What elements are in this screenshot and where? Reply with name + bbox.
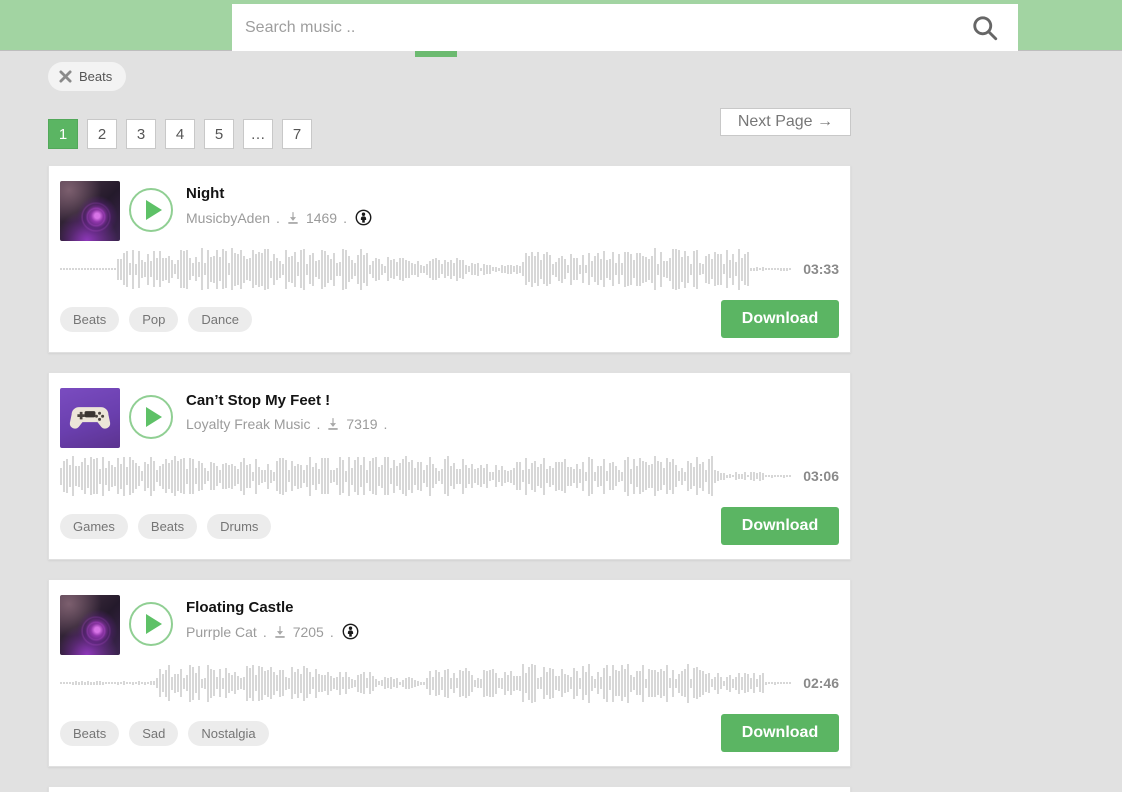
track-artist[interactable]: Purrple Cat	[186, 624, 257, 640]
track-artist[interactable]: Loyalty Freak Music	[186, 416, 310, 432]
tag-list: Games Beats Drums	[60, 513, 272, 539]
tag-list: Beats Sad Nostalgia	[60, 720, 269, 746]
waveform[interactable]	[60, 454, 793, 498]
tag-list: Beats Pop Dance	[60, 306, 252, 332]
filter-chip-beats[interactable]: Beats	[48, 62, 127, 91]
play-icon	[145, 614, 162, 634]
attribution-icon[interactable]	[342, 623, 359, 640]
tag-pill[interactable]: Sad	[129, 720, 179, 746]
tag-pill[interactable]: Games	[60, 513, 128, 539]
remove-filter-icon[interactable]	[59, 70, 72, 83]
play-icon	[145, 200, 162, 220]
play-button[interactable]	[129, 188, 173, 232]
download-count-icon	[275, 625, 285, 638]
meta-separator: .	[383, 416, 388, 432]
page-button-3[interactable]: 3	[126, 119, 156, 149]
waveform[interactable]	[60, 247, 793, 291]
download-count-icon	[288, 211, 298, 224]
tag-pill[interactable]: Beats	[137, 513, 198, 539]
header-accent-tab	[415, 51, 457, 57]
page-button-1[interactable]: 1	[48, 119, 78, 149]
download-count-icon	[328, 418, 339, 430]
track-card: Night MusicbyAden . 1469 . 03:33 Beats P…	[48, 165, 851, 353]
meta-separator: .	[276, 209, 280, 226]
meta-separator: .	[316, 416, 321, 432]
page-button-4[interactable]: 4	[165, 119, 195, 149]
search-bar	[232, 4, 1018, 51]
tag-pill[interactable]: Dance	[188, 306, 252, 332]
next-page-button[interactable]: Next Page →	[719, 108, 851, 136]
play-button[interactable]	[129, 395, 173, 439]
download-button[interactable]: Download	[721, 714, 839, 752]
track-duration: 03:06	[803, 468, 839, 484]
page-button-2[interactable]: 2	[87, 119, 117, 149]
header-bar	[0, 0, 1122, 51]
play-button[interactable]	[129, 602, 173, 646]
track-duration: 03:33	[803, 261, 839, 277]
meta-separator: .	[343, 209, 347, 226]
track-artist[interactable]: MusicbyAden	[186, 210, 270, 226]
page-button-7[interactable]: 7	[282, 119, 312, 149]
track-duration: 02:46	[803, 675, 839, 691]
tag-pill[interactable]: Drums	[207, 513, 272, 539]
tag-pill[interactable]: Beats	[60, 306, 120, 332]
meta-separator: .	[329, 623, 334, 640]
track-title: Floating Castle	[186, 599, 294, 616]
play-icon	[145, 407, 162, 427]
tag-pill[interactable]: Beats	[60, 720, 120, 746]
track-thumbnail	[60, 388, 120, 448]
download-count: 7319	[346, 416, 378, 432]
track-card-partial	[48, 786, 851, 792]
track-thumbnail	[60, 595, 120, 655]
download-count: 7205	[292, 623, 324, 640]
track-title: Can’t Stop My Feet !	[186, 392, 331, 409]
download-count: 1469	[305, 209, 338, 226]
meta-separator: .	[262, 623, 267, 640]
download-button[interactable]: Download	[721, 300, 839, 338]
track-thumbnail	[60, 181, 120, 241]
tag-pill[interactable]: Nostalgia	[188, 720, 269, 746]
filter-chip-label: Beats	[79, 69, 113, 84]
search-input[interactable]	[232, 4, 1018, 51]
page-ellipsis[interactable]: …	[243, 119, 273, 149]
page-button-5[interactable]: 5	[204, 119, 234, 149]
attribution-icon[interactable]	[355, 209, 372, 226]
waveform[interactable]	[60, 661, 793, 705]
download-button[interactable]: Download	[721, 507, 839, 545]
pagination: 1 2 3 4 5 … 7	[48, 119, 312, 149]
track-card: Floating Castle Purrple Cat . 7205 . 02:…	[48, 579, 851, 767]
search-icon[interactable]	[970, 13, 1000, 43]
track-title: Night	[186, 185, 225, 202]
tag-pill[interactable]: Pop	[129, 306, 179, 332]
track-card: Can’t Stop My Feet ! Loyalty Freak Music…	[48, 372, 851, 560]
